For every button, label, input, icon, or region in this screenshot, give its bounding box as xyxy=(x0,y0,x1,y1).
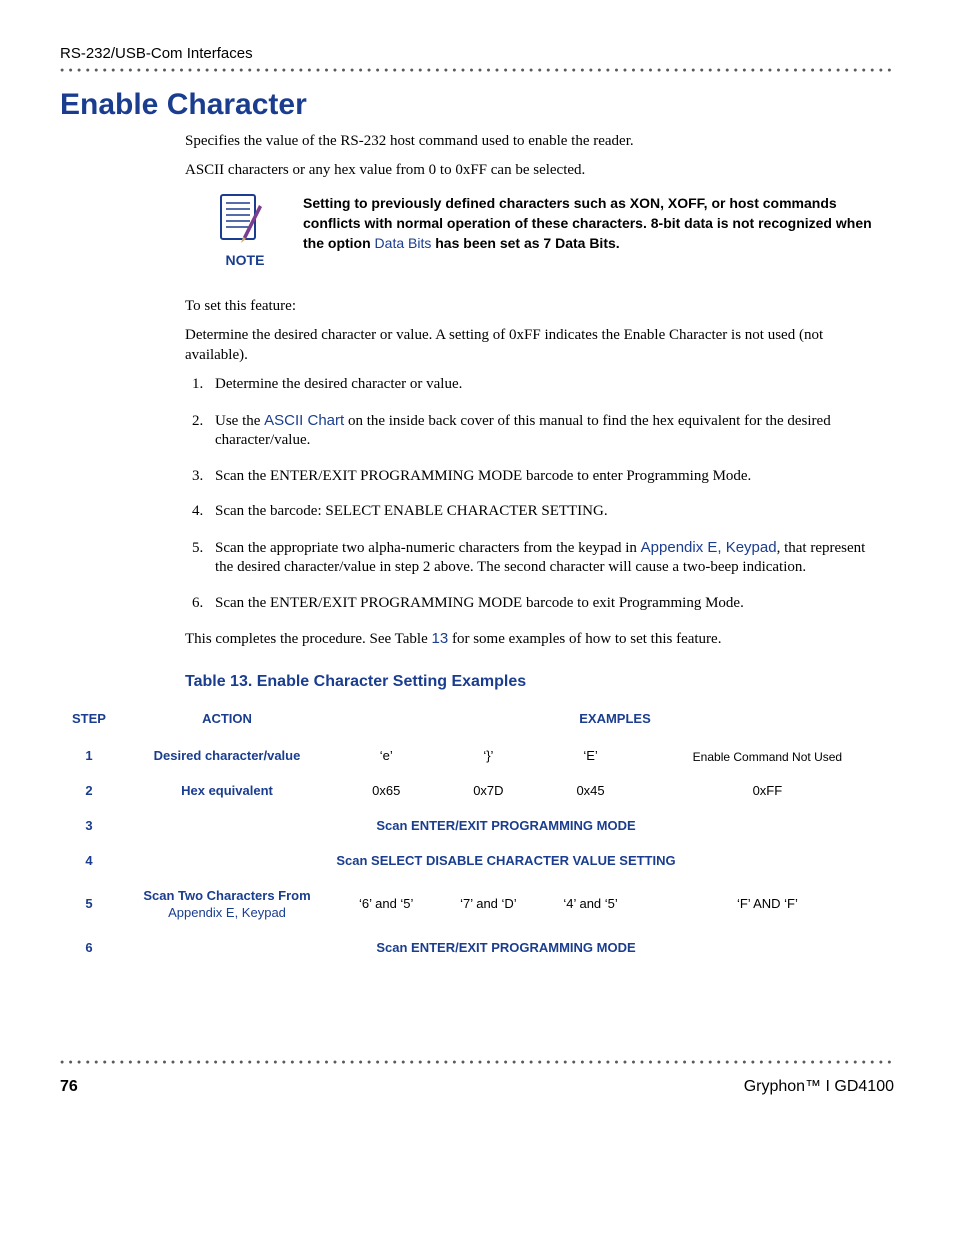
table-row: 1 Desired character/value ‘e’ ‘}’ ‘E’ En… xyxy=(60,739,894,774)
row2-c3: 0x45 xyxy=(540,774,640,809)
divider-dots-bottom: ●●●●●●●●●●●●●●●●●●●●●●●●●●●●●●●●●●●●●●●●… xyxy=(60,1058,894,1067)
note-text-part2: has been set as 7 Data Bits. xyxy=(431,235,619,251)
step-2: Use the ASCII Chart on the inside back c… xyxy=(207,411,884,451)
page-number: 76 xyxy=(60,1077,78,1098)
step-4: Scan the barcode: SELECT ENABLE CHARACTE… xyxy=(207,502,884,522)
determine-paragraph: Determine the desired character or value… xyxy=(185,326,884,365)
row5-appendix-link[interactable]: Appendix E, Keypad xyxy=(168,905,286,920)
row5-c3: ‘4’ and ‘5’ xyxy=(540,879,640,931)
row5-action-text: Scan Two Characters From xyxy=(143,888,310,903)
step-6: Scan the ENTER/EXIT PROGRAMMING MODE bar… xyxy=(207,594,884,614)
table-row: 6 Scan ENTER/EXIT PROGRAMMING MODE xyxy=(60,931,894,966)
row5-c2: ‘7’ and ‘D’ xyxy=(436,879,540,931)
appendix-e-link[interactable]: Appendix E, Keypad xyxy=(641,539,777,556)
closing-paragraph: This completes the procedure. See Table … xyxy=(185,629,884,650)
table-row: 3 Scan ENTER/EXIT PROGRAMMING MODE xyxy=(60,809,894,844)
note-label: NOTE xyxy=(215,251,275,269)
table-row: 5 Scan Two Characters From Appendix E, K… xyxy=(60,879,894,931)
table-row: 2 Hex equivalent 0x65 0x7D 0x45 0xFF xyxy=(60,774,894,809)
to-set-label: To set this feature: xyxy=(185,297,884,317)
row6-full: Scan ENTER/EXIT PROGRAMMING MODE xyxy=(118,931,894,966)
product-name: Gryphon™ I GD4100 xyxy=(744,1077,894,1098)
row5-num: 5 xyxy=(60,879,118,931)
row1-action: Desired character/value xyxy=(118,739,336,774)
row1-c3: ‘E’ xyxy=(540,739,640,774)
col-action: Action xyxy=(118,705,336,740)
row2-c1: 0x65 xyxy=(336,774,436,809)
row1-c4: Enable Command Not Used xyxy=(641,739,894,774)
col-step: Step xyxy=(60,705,118,740)
procedure-list: Determine the desired character or value… xyxy=(207,375,884,613)
divider-dots-top: ●●●●●●●●●●●●●●●●●●●●●●●●●●●●●●●●●●●●●●●●… xyxy=(60,66,894,75)
row2-action: Hex equivalent xyxy=(118,774,336,809)
row5-action: Scan Two Characters From Appendix E, Key… xyxy=(118,879,336,931)
closing-text-b: for some examples of how to set this fea… xyxy=(448,631,721,647)
step-5: Scan the appropriate two alpha-numeric c… xyxy=(207,538,884,578)
page-footer: 76 Gryphon™ I GD4100 xyxy=(60,1077,894,1098)
row3-full: Scan ENTER/EXIT PROGRAMMING MODE xyxy=(118,809,894,844)
note-icon xyxy=(215,193,263,245)
row5-c4: ‘F’ AND ‘F’ xyxy=(641,879,894,931)
row3-num: 3 xyxy=(60,809,118,844)
page-title: Enable Character xyxy=(60,85,894,124)
closing-text-a: This completes the procedure. See Table xyxy=(185,631,432,647)
table-title: Table 13. Enable Character Setting Examp… xyxy=(185,672,884,693)
step-5-text-a: Scan the appropriate two alpha-numeric c… xyxy=(215,540,641,556)
table-header-row: Step Action Examples xyxy=(60,705,894,740)
row1-c2: ‘}’ xyxy=(436,739,540,774)
row1-num: 1 xyxy=(60,739,118,774)
intro-paragraph-2: ASCII characters or any hex value from 0… xyxy=(185,161,884,181)
step-1: Determine the desired character or value… xyxy=(207,375,884,395)
row4-full: Scan SELECT DISABLE CHARACTER VALUE SETT… xyxy=(118,844,894,879)
row2-c4: 0xFF xyxy=(641,774,894,809)
examples-table: Step Action Examples 1 Desired character… xyxy=(60,705,894,966)
table-13-link[interactable]: 13 xyxy=(432,630,449,647)
row1-c1: ‘e’ xyxy=(336,739,436,774)
table-row: 4 Scan SELECT DISABLE CHARACTER VALUE SE… xyxy=(60,844,894,879)
note-text: Setting to previously defined characters… xyxy=(303,193,884,254)
step-2-text-a: Use the xyxy=(215,413,264,429)
step-3: Scan the ENTER/EXIT PROGRAMMING MODE bar… xyxy=(207,467,884,487)
col-examples: Examples xyxy=(336,705,894,740)
row2-num: 2 xyxy=(60,774,118,809)
running-header: RS-232/USB-Com Interfaces xyxy=(60,44,894,64)
row6-num: 6 xyxy=(60,931,118,966)
intro-paragraph-1: Specifies the value of the RS-232 host c… xyxy=(185,132,884,152)
data-bits-link[interactable]: Data Bits xyxy=(375,235,432,251)
ascii-chart-link[interactable]: ASCII Chart xyxy=(264,412,344,429)
note-callout: NOTE Setting to previously defined chara… xyxy=(215,193,884,269)
row2-c2: 0x7D xyxy=(436,774,540,809)
row4-num: 4 xyxy=(60,844,118,879)
row5-c1: ‘6’ and ‘5’ xyxy=(336,879,436,931)
